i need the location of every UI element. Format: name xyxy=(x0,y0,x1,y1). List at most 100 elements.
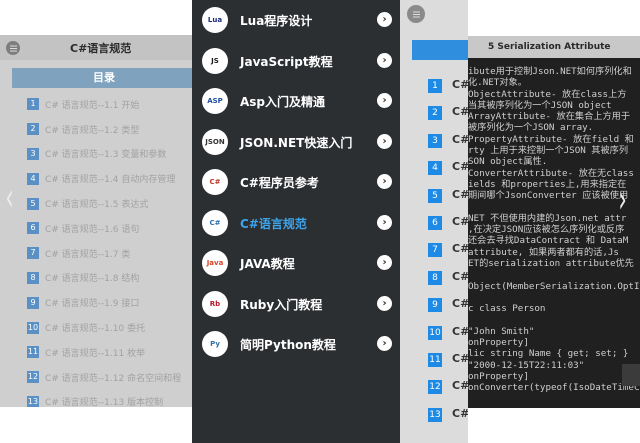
chevron-right-icon[interactable]: › xyxy=(377,133,392,149)
toc-item[interactable]: 5 C# 语言规范--1.5 表达式 xyxy=(0,191,196,216)
toc-item[interactable]: 1 C# xyxy=(400,75,468,97)
toc-item[interactable]: 1 C# 语言规范--1.1 开始 xyxy=(0,92,196,117)
toc-item-number: 4 xyxy=(428,161,442,176)
code-line: onConverter(typeof(IsoDateTimeConv xyxy=(468,382,640,394)
toc-item[interactable]: 2 C# xyxy=(400,102,468,124)
toc-item-label: C# xyxy=(452,187,468,201)
toc-item[interactable]: 12 C# xyxy=(400,376,468,398)
toc-item-label: C# xyxy=(452,105,468,119)
menu-item[interactable]: Rb Ruby入门教程 › xyxy=(192,284,400,324)
toc-item-label: C# 语言规范--1.5 表达式 xyxy=(45,200,149,211)
code-line: SON object属性. xyxy=(468,156,548,168)
code-line: onProperty] xyxy=(468,371,529,383)
chevron-right-icon[interactable]: › xyxy=(377,174,392,189)
menu-item[interactable]: ASP Asp入门及精通 › xyxy=(192,81,400,121)
toc-item-label: C# 语言规范--1.7 类 xyxy=(45,249,131,260)
toc-item-label: C# xyxy=(452,297,468,311)
app-header: C#语言规范 xyxy=(0,35,196,60)
toc-item[interactable]: 13 C# xyxy=(400,404,468,426)
toc-item[interactable]: 11 C# 语言规范--1.11 枚举 xyxy=(0,340,196,365)
toc-item[interactable]: 13 C# 语言规范--1.13 版本控制 xyxy=(0,390,196,407)
hamburger-menu-icon[interactable] xyxy=(407,5,425,23)
toc-item-label: C# 语言规范--1.12 命名空间和程 xyxy=(45,373,182,384)
toc-item-label: C# 语言规范--1.3 变量和参数 xyxy=(45,150,167,161)
toc-item[interactable]: 10 C# xyxy=(400,322,468,344)
menu-item[interactable]: Py 简明Python教程 › xyxy=(192,324,400,364)
menu-item[interactable]: C# C#语言规范 › xyxy=(192,203,400,243)
code-line: 还会去寻找DataContract 和 DataM xyxy=(468,235,629,247)
code-line: Object(MemberSerialization.OptIn) xyxy=(468,280,640,292)
toc-item-number: 13 xyxy=(27,395,39,407)
toc-item-number: 13 xyxy=(428,407,442,422)
next-screen-chevron-icon[interactable]: › xyxy=(618,180,626,218)
menu-item-label: 简明Python教程 xyxy=(240,338,336,352)
chevron-right-icon[interactable]: › xyxy=(377,295,392,311)
toc-item[interactable]: 5 C# xyxy=(400,185,468,207)
menu-item-label: C#语言规范 xyxy=(240,216,307,231)
toc-item-number: 3 xyxy=(27,147,39,160)
toc-item[interactable]: 6 C# xyxy=(400,212,468,234)
toc-item[interactable]: 2 C# 语言规范--1.2 类型 xyxy=(0,117,196,142)
toc-title: 目录 xyxy=(12,68,196,88)
toc-screen-partial: 1 C# 2 C# 3 C# 4 C# 5 C# 6 C# 7 C# 8 C# 9 C# 10 C# 11 C# 12 C# 1… xyxy=(400,0,468,443)
toc-item[interactable]: 7 C# 语言规范--1.7 类 xyxy=(0,241,196,266)
floating-action-button[interactable] xyxy=(622,364,640,386)
code-line: "2000-12-15T22:11:03" xyxy=(468,359,585,371)
chevron-right-icon[interactable]: › xyxy=(377,336,392,351)
toc-item-number: 5 xyxy=(27,197,39,210)
toc-item[interactable]: 7 C# xyxy=(400,239,468,261)
hamburger-menu-icon[interactable] xyxy=(6,41,20,55)
chevron-right-icon[interactable]: › xyxy=(377,214,392,230)
toc-item-label: C# xyxy=(452,160,468,174)
toc-item-label: C# xyxy=(452,215,468,228)
menu-item[interactable]: Java JAVA教程 › xyxy=(192,243,400,283)
menu-item[interactable]: JSON JSON.NET快速入门 › xyxy=(192,122,400,162)
toc-item[interactable]: 3 C# 语言规范--1.3 变量和参数 xyxy=(0,142,196,167)
code-line: "John Smith" xyxy=(468,325,535,337)
menu-item-label: JavaScript教程 xyxy=(240,54,333,69)
toc-item-label: C# 语言规范--1.6 语句 xyxy=(45,224,140,235)
toc-item-number: 3 xyxy=(428,133,442,148)
asp-logo-icon: ASP xyxy=(202,88,228,114)
code-line: c class Person xyxy=(468,303,546,315)
toc-list: 1 C# 语言规范--1.1 开始 2 C# 语言规范--1.2 类型 3 C# 语言… xyxy=(0,92,196,407)
toc-item-number: 8 xyxy=(428,270,442,285)
toc-item[interactable]: 8 C# 语言规范--1.8 结构 xyxy=(0,266,196,291)
toc-item[interactable]: 3 C# xyxy=(400,130,468,152)
toc-item[interactable]: 4 C# 语言规范--1.4 自动内存管理 xyxy=(0,166,196,191)
toc-item[interactable]: 6 C# 语言规范--1.6 语句 xyxy=(0,216,196,241)
prev-screen-chevron-icon[interactable]: ‹ xyxy=(5,178,13,216)
chevron-right-icon[interactable]: › xyxy=(377,93,392,108)
code-line: ET的serialization attribute优先 xyxy=(468,258,634,270)
toc-item[interactable]: 4 C# xyxy=(400,157,468,179)
menu-item[interactable]: JS JavaScript教程 › xyxy=(192,41,400,81)
toc-item[interactable]: 9 C# xyxy=(400,294,468,316)
chevron-right-icon[interactable]: › xyxy=(377,52,392,68)
toc-item[interactable]: 12 C# 语言规范--1.12 命名空间和程 xyxy=(0,365,196,390)
toc-item-label: C# xyxy=(452,132,468,146)
code-line: rty 上用于来控制一个JSON 其被序列 xyxy=(468,145,629,157)
toc-item-number: 1 xyxy=(27,98,39,111)
toc-item[interactable]: 9 C# 语言规范--1.9 接口 xyxy=(0,290,196,315)
code-line: ,在决定JSON应该被怎么序列化或反序 xyxy=(468,224,625,236)
csharp-spec-logo-icon: C# xyxy=(202,209,228,236)
ruby-logo-icon: Rb xyxy=(202,290,228,317)
toc-item-label: C# 语言规范--1.13 版本控制 xyxy=(45,398,164,407)
chevron-right-icon[interactable]: › xyxy=(377,255,392,270)
code-line: NET 不但使用内建的Json.net attr xyxy=(468,212,627,224)
toc-item-label: C# 语言规范--1.4 自动内存管理 xyxy=(45,175,176,186)
article-content[interactable]: ibute用于控制Json.NET如何序列化和 化.NET对象。 ObjectAtt… xyxy=(468,58,640,408)
toc-item-number: 11 xyxy=(428,353,442,367)
toc-item[interactable]: 8 C# xyxy=(400,267,468,289)
lua-logo-icon: Lua xyxy=(202,7,228,33)
chevron-right-icon[interactable]: › xyxy=(377,12,392,27)
toc-item[interactable]: 10 C# 语言规范--1.10 委托 xyxy=(0,315,196,340)
toc-screen-left: C#语言规范 目录 1 C# 语言规范--1.1 开始 2 C# 语言规范--1.2… xyxy=(0,35,196,407)
menu-item[interactable]: Lua Lua程序设计 › xyxy=(192,0,400,40)
toc-item-number: 8 xyxy=(27,271,39,284)
csharp-ref-logo-icon: C# xyxy=(202,169,228,195)
toc-item[interactable]: 11 C# xyxy=(400,349,468,371)
menu-item[interactable]: C# C#程序员参考 › xyxy=(192,162,400,202)
